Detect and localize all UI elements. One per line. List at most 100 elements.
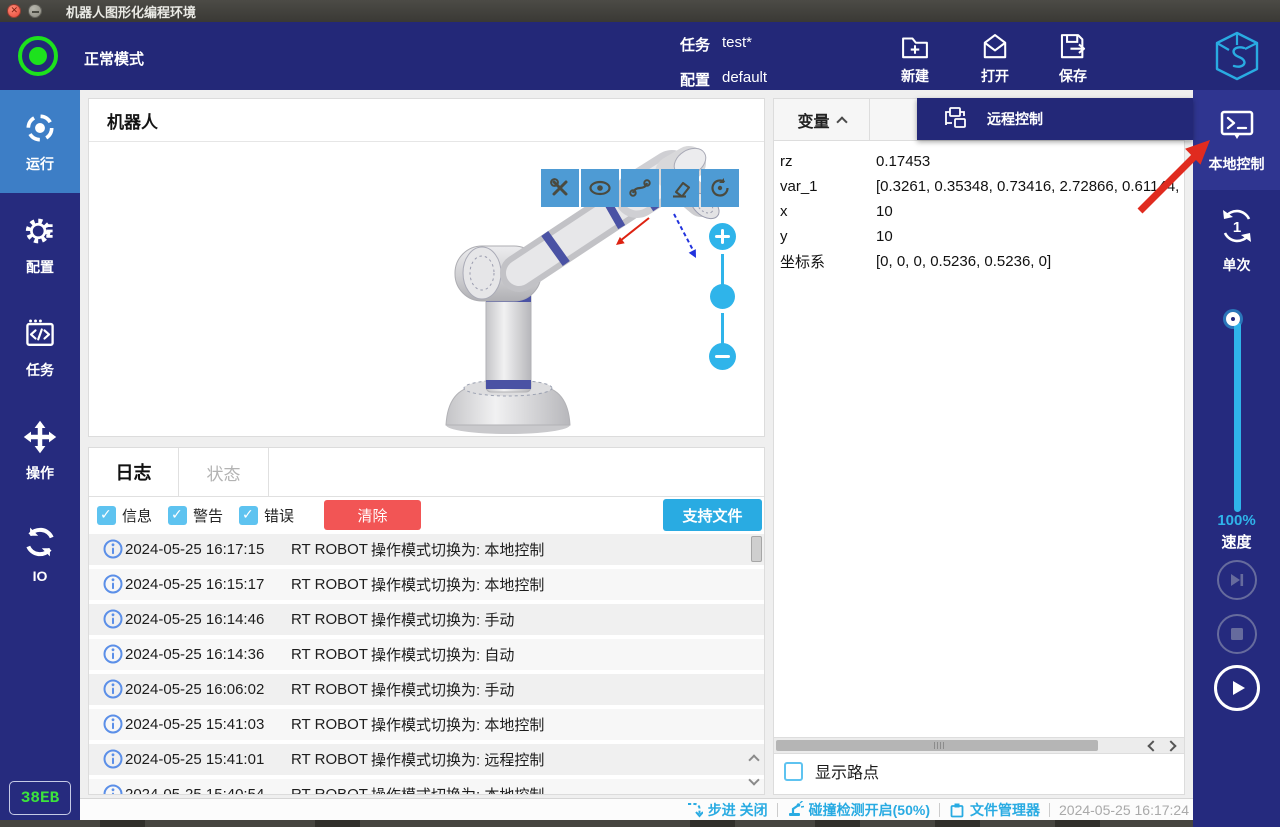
status-timestamp: 2024-05-25 16:17:24: [1059, 802, 1189, 818]
close-icon[interactable]: [7, 4, 21, 18]
log-time: 2024-05-25 16:17:15: [125, 541, 264, 558]
visibility-button[interactable]: [581, 169, 619, 207]
log-message: 操作模式切换为: 手动: [371, 679, 514, 700]
sidebar-item-task[interactable]: 任务: [0, 296, 80, 399]
single-run-button[interactable]: 1 单次: [1193, 190, 1280, 290]
log-message: 操作模式切换为: 手动: [371, 609, 514, 630]
log-row[interactable]: 2024-05-25 16:15:17 RT ROBOT 操作模式切换为: 本地…: [89, 569, 764, 600]
eye-icon: [588, 176, 612, 200]
log-source: RT ROBOT: [291, 681, 368, 698]
stop-button[interactable]: [1217, 614, 1257, 654]
log-scrollbar-thumb[interactable]: [751, 536, 762, 562]
log-row[interactable]: 2024-05-25 15:40:54 RT ROBOT 操作模式切换为: 本地…: [89, 779, 764, 794]
variables-dropdown[interactable]: 变量: [774, 99, 870, 140]
variable-row[interactable]: rz 0.17453: [774, 149, 1184, 174]
gear-icon: [22, 213, 58, 249]
open-button[interactable]: 打开: [963, 30, 1027, 86]
erase-button[interactable]: [661, 169, 699, 207]
local-control-button[interactable]: 本地控制: [1193, 90, 1280, 190]
status-badge: 38EB: [9, 781, 71, 815]
log-message: 操作模式切换为: 本地控制: [371, 574, 544, 595]
support-files-button[interactable]: 支持文件: [663, 499, 762, 531]
log-message: 操作模式切换为: 自动: [371, 644, 514, 665]
bottom-edge-strip: [0, 820, 1193, 827]
variable-value: [0.3261, 0.35348, 0.73416, 2.72866, 0.61…: [876, 178, 1182, 195]
divider: [1049, 803, 1050, 817]
variable-row[interactable]: 坐标系 [0, 0, 0, 0.5236, 0.5236, 0]: [774, 249, 1184, 274]
variable-value: 10: [876, 228, 1182, 245]
variable-row[interactable]: y 10: [774, 224, 1184, 249]
chevron-up-icon: [836, 116, 847, 127]
tab-status[interactable]: 状态: [179, 448, 269, 496]
speed-slider-handle[interactable]: [1226, 312, 1240, 326]
log-list[interactable]: 2024-05-25 16:17:15 RT ROBOT 操作模式切换为: 本地…: [89, 534, 764, 794]
zoom-slider-handle[interactable]: [710, 284, 735, 309]
filter-error-checkbox[interactable]: [239, 506, 258, 525]
log-tabs: 日志 状态: [89, 448, 764, 497]
reset-view-button[interactable]: [701, 169, 739, 207]
filter-warning-label: 警告: [193, 505, 223, 526]
log-row[interactable]: 2024-05-25 16:14:46 RT ROBOT 操作模式切换为: 手动: [89, 604, 764, 635]
collision-detection-status[interactable]: 碰撞检测开启(50%): [787, 800, 930, 820]
task-label: 任务: [680, 34, 710, 55]
save-button[interactable]: 保存: [1041, 30, 1105, 86]
file-manager-button[interactable]: 文件管理器: [949, 800, 1040, 820]
scroll-left-icon[interactable]: [1147, 740, 1158, 751]
log-row[interactable]: 2024-05-25 16:17:15 RT ROBOT 操作模式切换为: 本地…: [89, 534, 764, 565]
filter-warning-checkbox[interactable]: [168, 506, 187, 525]
run-icon: [22, 110, 58, 146]
io-arrows-icon: [22, 524, 58, 560]
show-waypoints-checkbox[interactable]: [784, 762, 803, 781]
sidebar-item-io[interactable]: IO: [0, 502, 80, 605]
speed-slider-track[interactable]: [1234, 322, 1241, 512]
zoom-in-button[interactable]: [709, 223, 736, 250]
tools-button[interactable]: [541, 169, 579, 207]
log-time: 2024-05-25 16:06:02: [125, 681, 264, 698]
new-button[interactable]: 新建: [883, 30, 947, 86]
variable-value: 10: [876, 203, 1182, 220]
log-source: RT ROBOT: [291, 611, 368, 628]
log-time: 2024-05-25 16:15:17: [125, 576, 264, 593]
new-folder-icon: [898, 30, 932, 64]
tab-log[interactable]: 日志: [89, 448, 179, 496]
info-icon: [103, 644, 123, 664]
left-sidebar: 运行 配置 任务 操作 IO 38EB: [0, 90, 80, 827]
horizontal-scrollbar[interactable]: [774, 737, 1184, 754]
filter-error-label: 错误: [264, 505, 294, 526]
sidebar-item-run[interactable]: 运行: [0, 90, 80, 193]
zoom-out-button[interactable]: [709, 343, 736, 370]
right-sidebar: 本地控制 1 单次 100% 速度: [1193, 90, 1280, 827]
variables-panel: 变量 rz 0.17453 var_1 [0.3261, 0.35348, 0.…: [773, 98, 1185, 795]
info-icon: [103, 539, 123, 559]
log-source: RT ROBOT: [291, 576, 368, 593]
variable-row[interactable]: x 10: [774, 199, 1184, 224]
path-button[interactable]: [621, 169, 659, 207]
log-panel: 日志 状态 信息 警告 错误 清除 支持文件 2024-05-25 16:17:…: [88, 447, 765, 795]
play-button[interactable]: [1214, 665, 1260, 711]
path-icon: [628, 176, 652, 200]
log-time: 2024-05-25 15:40:54: [125, 786, 264, 794]
sidebar-item-operate[interactable]: 操作: [0, 399, 80, 502]
filter-info-checkbox[interactable]: [97, 506, 116, 525]
scroll-right-icon[interactable]: [1165, 740, 1176, 751]
log-row[interactable]: 2024-05-25 15:41:01 RT ROBOT 操作模式切换为: 远程…: [89, 744, 764, 775]
remote-control-icon: [943, 106, 969, 132]
app-header: 正常模式 任务 test* 配置 default 新建 打开 保存: [0, 22, 1280, 90]
robot-panel-title: 机器人: [89, 99, 764, 142]
minimize-icon[interactable]: [28, 4, 42, 18]
variable-row[interactable]: var_1 [0.3261, 0.35348, 0.73416, 2.72866…: [774, 174, 1184, 199]
control-mode-menu-item-remote[interactable]: 远程控制: [917, 98, 1193, 140]
sidebar-item-config[interactable]: 配置: [0, 193, 80, 296]
log-message: 操作模式切换为: 本地控制: [371, 714, 544, 735]
horizontal-scrollbar-thumb[interactable]: [776, 740, 1098, 751]
log-row[interactable]: 2024-05-25 16:06:02 RT ROBOT 操作模式切换为: 手动: [89, 674, 764, 705]
step-button[interactable]: [1217, 560, 1257, 600]
divider: [777, 803, 778, 817]
clear-button[interactable]: 清除: [324, 500, 421, 530]
step-mode-status[interactable]: 步进 关闭: [686, 800, 768, 820]
log-row[interactable]: 2024-05-25 15:41:03 RT ROBOT 操作模式切换为: 本地…: [89, 709, 764, 740]
mode-label: 正常模式: [84, 48, 144, 69]
log-row[interactable]: 2024-05-25 16:14:36 RT ROBOT 操作模式切换为: 自动: [89, 639, 764, 670]
terminal-icon: [1217, 106, 1257, 146]
robot-3d-view[interactable]: [89, 142, 764, 435]
